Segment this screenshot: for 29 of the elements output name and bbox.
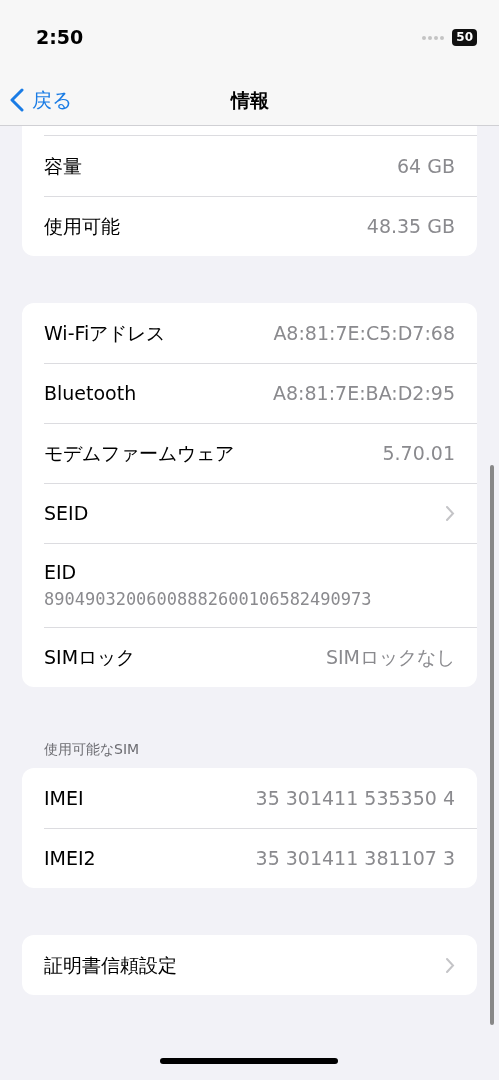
row-label: IMEI2 bbox=[44, 845, 96, 871]
section-header: 使用可能なSIM bbox=[44, 741, 140, 757]
chevron-right-icon bbox=[445, 504, 455, 522]
signal-icon bbox=[422, 35, 445, 40]
row-value: SIMロックなし bbox=[325, 644, 455, 670]
row-label: 容量 bbox=[44, 153, 82, 179]
row-value: A8:81:7E:BA:D2:95 bbox=[273, 380, 455, 406]
row-value: 89049032006008882600106582490973 bbox=[44, 587, 372, 611]
row-value: 48.35 GB bbox=[366, 213, 455, 239]
chevron-right-icon bbox=[445, 956, 455, 974]
row-label: SIMロック bbox=[44, 644, 136, 670]
row-label: モデムファームウェア bbox=[44, 440, 234, 466]
row-label: EID bbox=[44, 560, 77, 585]
back-button[interactable]: 戻る bbox=[0, 85, 72, 115]
row-value: A8:81:7E:C5:D7:68 bbox=[273, 320, 455, 346]
settings-row[interactable]: SEID bbox=[22, 483, 477, 543]
row-value: 35 301411 381107 3 bbox=[255, 845, 455, 871]
row-value: 64 GB bbox=[397, 153, 455, 179]
settings-row[interactable]: 証明書信頼設定 bbox=[22, 935, 477, 995]
page-title: 情報 bbox=[230, 88, 269, 111]
row-label: IMEI bbox=[44, 785, 84, 811]
chevron-left-icon bbox=[10, 88, 24, 112]
status-time: 2:50 bbox=[36, 25, 84, 51]
row-value: 35 301411 535350 4 bbox=[255, 785, 455, 811]
row-label: Wi-Fiアドレス bbox=[44, 320, 166, 346]
battery-level: 50 bbox=[452, 29, 477, 46]
row-value: 5.70.01 bbox=[382, 440, 455, 466]
row-label: Bluetooth bbox=[44, 380, 137, 406]
row-label: 使用可能 bbox=[44, 213, 120, 239]
